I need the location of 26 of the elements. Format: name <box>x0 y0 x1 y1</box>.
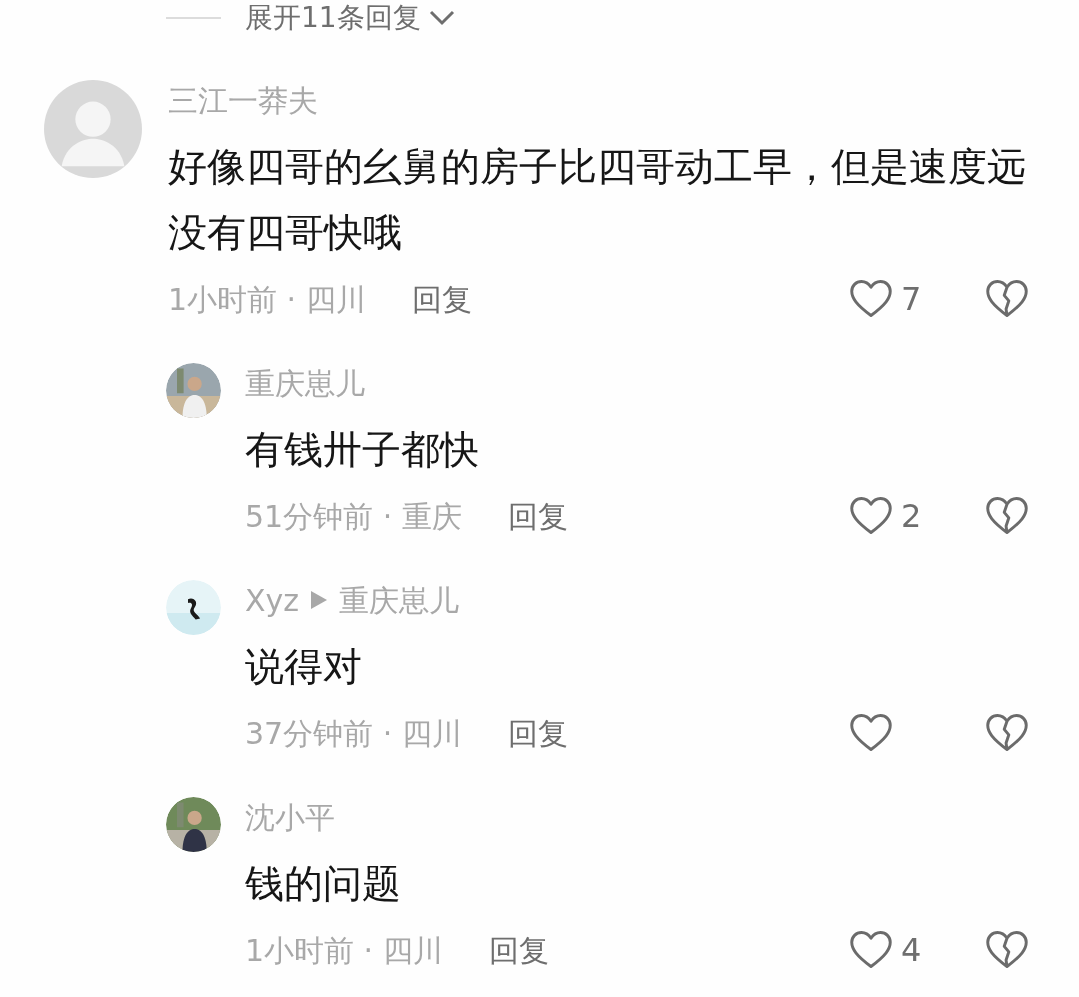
reply-link[interactable]: 回复 <box>507 710 568 756</box>
reply-link[interactable]: 回复 <box>488 927 549 973</box>
expand-replies-link[interactable]: 展开11条回复 <box>245 0 455 39</box>
comment-text: 好像四哥的幺舅的房子比四哥动工早，但是速度远没有四哥快哦 <box>168 143 1027 257</box>
broken-heart-icon[interactable] <box>985 495 1029 537</box>
broken-heart-icon[interactable] <box>985 278 1029 320</box>
like-count: 2 <box>901 496 922 537</box>
play-icon <box>311 591 328 609</box>
chevron-down-icon <box>428 10 455 26</box>
comment-text: 说得对 <box>245 643 363 691</box>
comment-text: 有钱卅子都快 <box>245 426 480 474</box>
comment-meta: 51分钟前 · 重庆 <box>245 497 462 536</box>
comment-meta: 37分钟前 · 四川 <box>245 714 462 753</box>
broken-heart-icon[interactable] <box>985 929 1029 971</box>
reply-link[interactable]: 回复 <box>411 276 472 322</box>
heart-icon[interactable] <box>849 278 893 320</box>
like-count: 4 <box>901 930 922 971</box>
broken-heart-icon[interactable] <box>985 712 1029 754</box>
reply-link[interactable]: 回复 <box>507 493 568 539</box>
comment-meta: 1小时前 · 四川 <box>245 931 443 970</box>
heart-icon[interactable] <box>849 929 893 971</box>
heart-icon[interactable] <box>849 495 893 537</box>
heart-icon[interactable] <box>849 712 893 754</box>
comment-meta: 1小时前 · 四川 <box>168 280 366 319</box>
like-count: 7 <box>901 279 922 320</box>
comment-text: 钱的问题 <box>245 860 402 908</box>
